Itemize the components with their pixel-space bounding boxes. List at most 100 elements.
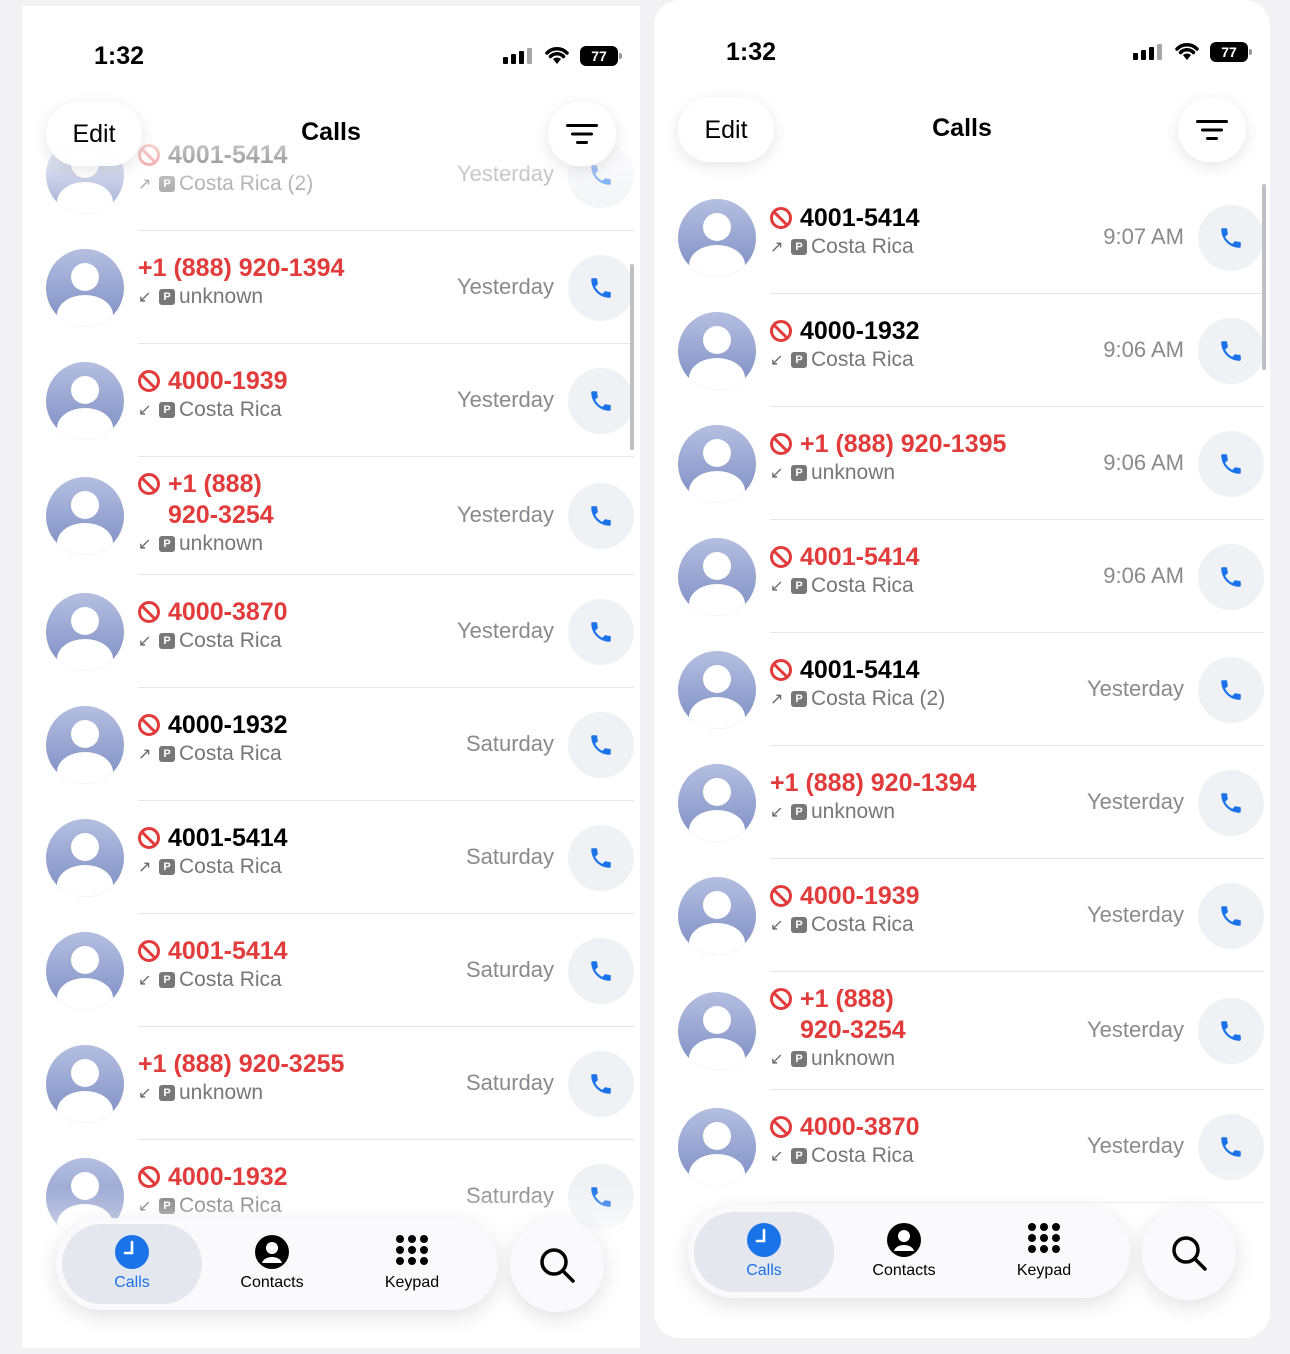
call-back-button[interactable] [568, 367, 634, 434]
clock-icon [747, 1223, 781, 1257]
search-button[interactable] [1142, 1206, 1236, 1300]
call-back-button[interactable] [568, 483, 634, 549]
tab-keypad[interactable]: Keypad [974, 1212, 1114, 1292]
person-avatar-icon [678, 1107, 756, 1186]
call-row[interactable]: +1 (888) 920-3255 ↙ Punknown Saturday [22, 1027, 640, 1140]
call-direction-icon: ↙ [138, 1198, 152, 1215]
tab-bar: Calls Contacts Keypad [688, 1206, 1130, 1298]
call-row[interactable]: 4000-1932 ↙ P Costa Rica 9:06 AM [654, 294, 1270, 407]
call-row[interactable]: 4000-1939 ↙ P Costa Rica Yesterday [654, 859, 1270, 972]
caller-number: 4001-5414 [770, 655, 1030, 686]
caller-number-line1: 4000-1932 [168, 1163, 288, 1191]
call-back-button[interactable] [568, 824, 634, 891]
person-avatar-icon [678, 992, 756, 1070]
person-avatar-icon [46, 592, 124, 671]
call-time: 9:07 AM [1103, 223, 1184, 249]
person-avatar-icon [46, 477, 124, 555]
call-detail: ↙ Punknown [770, 1047, 1030, 1071]
call-back-button[interactable] [1198, 317, 1264, 384]
person-avatar-icon [46, 705, 124, 784]
call-time: Yesterday [1086, 901, 1184, 927]
call-back-button[interactable] [568, 937, 634, 1004]
person-avatar-icon [46, 248, 124, 327]
call-back-button[interactable] [1198, 769, 1264, 836]
scrollbar[interactable] [630, 264, 634, 450]
filter-button[interactable] [548, 102, 616, 166]
nav-header: Edit Calls [654, 98, 1270, 178]
call-back-button[interactable] [1198, 430, 1264, 497]
call-back-button[interactable] [1198, 882, 1264, 949]
call-row[interactable]: 4000-3870 ↙ P Costa Rica Yesterday [22, 575, 640, 688]
person-avatar-icon [678, 763, 756, 842]
blocked-icon [770, 1116, 792, 1138]
search-button[interactable] [510, 1218, 604, 1312]
status-time: 1:32 [726, 38, 777, 66]
call-row[interactable]: 4001-5414 ↗ P Costa Rica 9:07 AM [654, 181, 1270, 294]
caller-number-line1: +1 (888) 920-1394 [770, 769, 977, 797]
phone-label-icon: P [159, 859, 175, 875]
call-back-button[interactable] [1198, 998, 1264, 1064]
caller-number: 4000-1932 [138, 1162, 398, 1193]
call-back-button[interactable] [1198, 204, 1264, 271]
phone-icon [591, 960, 611, 981]
call-detail: ↙ P Costa Rica [770, 913, 1030, 937]
call-row[interactable]: 4001-5414 ↙ P Costa Rica Saturday [22, 914, 640, 1027]
call-back-button[interactable] [568, 711, 634, 778]
call-back-button[interactable] [568, 254, 634, 321]
caller-number-line1: 4001-5414 [800, 204, 920, 232]
caller-number: +1 (888) 920-1394 [138, 253, 398, 284]
phone-label-icon: P [791, 239, 807, 255]
call-back-button[interactable] [568, 1050, 634, 1117]
call-time: 9:06 AM [1103, 336, 1184, 362]
caller-number: 4000-1939 [770, 881, 1030, 912]
call-back-button[interactable] [568, 1163, 634, 1230]
phone-label-icon: P [159, 972, 175, 988]
call-direction-icon: ↙ [770, 917, 784, 934]
caller-number-line1: +1 (888) [800, 985, 894, 1013]
tab-calls[interactable]: Calls [694, 1212, 834, 1292]
blocked-icon [138, 601, 160, 623]
call-time: Yesterday [1086, 1017, 1184, 1042]
home-indicator[interactable] [852, 1320, 1072, 1326]
caller-number-line1: 4000-3870 [168, 598, 288, 626]
call-back-button[interactable] [1198, 1113, 1264, 1180]
tab-contacts[interactable]: Contacts [202, 1224, 342, 1304]
call-location: unknown [811, 461, 896, 484]
call-detail: ↙ P Costa Rica [770, 574, 1030, 598]
call-time: Yesterday [456, 273, 554, 299]
phone-icon [591, 1186, 611, 1207]
call-row[interactable]: +1 (888) 920-1395 ↙ Punknown 9:06 AM [654, 407, 1270, 520]
call-row[interactable]: 4001-5414 ↙ P Costa Rica 9:06 AM [654, 520, 1270, 633]
person-avatar-icon [46, 361, 124, 440]
tab-calls[interactable]: Calls [62, 1224, 202, 1304]
blocked-icon [770, 207, 792, 229]
call-time: Saturday [465, 1182, 554, 1208]
call-row[interactable]: 4001-5414 ↗ P Costa Rica (2) Yesterday [654, 633, 1270, 746]
person-avatar-icon [46, 1044, 124, 1123]
call-row[interactable]: +1 (888) 920-3254 ↙ Punknown Yesterday [22, 457, 640, 575]
wifi-icon [1175, 43, 1199, 60]
contacts-icon [887, 1223, 921, 1257]
call-row[interactable]: +1 (888) 920-1394 ↙ Punknown Yesterday [22, 231, 640, 344]
tab-contacts[interactable]: Contacts [834, 1212, 974, 1292]
call-back-button[interactable] [568, 598, 634, 665]
phone-label-icon: P [159, 289, 175, 305]
scrollbar[interactable] [1262, 184, 1266, 370]
call-location: Costa Rica (2) [811, 687, 946, 710]
call-back-button[interactable] [1198, 656, 1264, 723]
call-row[interactable]: 4000-1939 ↙ P Costa Rica Yesterday [22, 344, 640, 457]
filter-button[interactable] [1178, 98, 1246, 162]
tab-keypad[interactable]: Keypad [342, 1224, 482, 1304]
caller-number-line2: 920-3254 [168, 501, 274, 529]
call-row[interactable]: +1 (888) 920-3254 ↙ Punknown Yesterday [654, 972, 1270, 1090]
person-avatar-icon [46, 931, 124, 1010]
call-row[interactable]: 4000-1932 ↗ P Costa Rica Saturday [22, 688, 640, 801]
call-back-button[interactable] [1198, 543, 1264, 610]
phone-icon [1221, 566, 1241, 587]
call-row[interactable]: 4001-5414 ↗ P Costa Rica Saturday [22, 801, 640, 914]
phone-label-icon: P [791, 352, 807, 368]
caller-number-line1: 4000-3870 [800, 1113, 920, 1141]
call-row[interactable]: +1 (888) 920-1394 ↙ Punknown Yesterday [654, 746, 1270, 859]
call-row[interactable]: 4000-3870 ↙ P Costa Rica Yesterday [654, 1090, 1270, 1203]
phone-icon [591, 277, 611, 298]
